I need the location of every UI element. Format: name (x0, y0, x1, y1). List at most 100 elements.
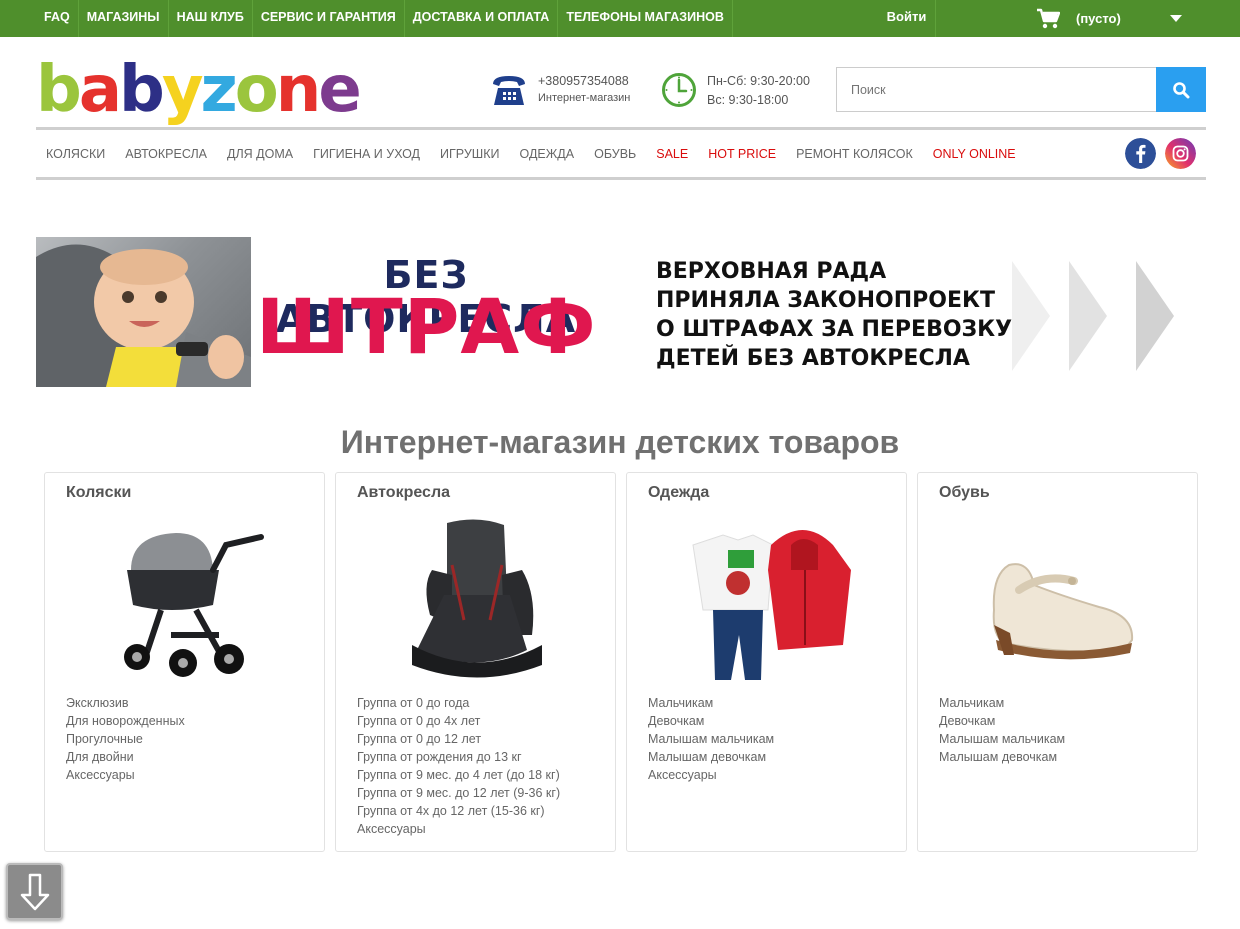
phone-block: +380957354088 Интернет-магазин (490, 72, 630, 108)
logo-text: babyzone (36, 58, 362, 122)
logo-letter: e (318, 53, 361, 127)
category-title[interactable]: Обувь (939, 484, 990, 502)
nav-divider-top (36, 127, 1206, 130)
logo-letter: o (234, 53, 279, 127)
banner-description: ВЕРХОВНАЯ РАДА ПРИНЯЛА ЗАКОНОПРОЕКТ О ШТ… (656, 259, 1013, 371)
category-link[interactable]: Малышам девочкам (939, 748, 1065, 766)
cart-icon (1037, 8, 1060, 28)
nav-divider-bottom (36, 177, 1206, 180)
logo-letter: y (161, 53, 204, 127)
category-links: Мальчикам Девочкам Малышам мальчикам Мал… (939, 694, 1065, 766)
arrow-down-icon (20, 873, 49, 910)
login-link[interactable]: Войти (878, 0, 936, 37)
banner-arrow-3 (1136, 261, 1174, 371)
category-link[interactable]: Эксклюзив (66, 694, 185, 712)
phone-label: Интернет-магазин (538, 92, 631, 104)
category-link[interactable]: Прогулочные (66, 730, 185, 748)
nav-hot-price[interactable]: HOT PRICE (708, 147, 776, 161)
logo-letter: b (36, 53, 82, 127)
logo-letter: z (200, 53, 238, 127)
hours-weekday: Пн-Сб: 9:30-20:00 (707, 74, 810, 88)
category-links: Группа от 0 до года Группа от 0 до 4х ле… (357, 694, 560, 838)
top-link-service[interactable]: СЕРВИС И ГАРАНТИЯ (253, 0, 405, 37)
category-link[interactable]: Аксессуары (648, 766, 774, 784)
cart-button[interactable]: (пусто) (1036, 0, 1121, 37)
site-logo[interactable]: babyzone (36, 52, 362, 122)
top-bar: FAQ МАГАЗИНЫ НАШ КЛУБ СЕРВИС И ГАРАНТИЯ … (0, 0, 1240, 37)
category-link[interactable]: Мальчикам (939, 694, 1065, 712)
logo-letter: b (119, 53, 165, 127)
category-link[interactable]: Группа от 0 до 4х лет (357, 712, 560, 730)
category-link[interactable]: Малышам девочкам (648, 748, 774, 766)
nav-car-seats[interactable]: АВТОКРЕСЛА (125, 147, 207, 161)
category-link[interactable]: Группа от 0 до года (357, 694, 560, 712)
category-card-strollers: Коляски Эксклюзив Для новорожденных Прог… (44, 472, 325, 852)
category-link[interactable]: Девочкам (939, 712, 1065, 730)
category-link[interactable]: Для новорожденных (66, 712, 185, 730)
hours-block: Пн-Сб: 9:30-20:00 Вс: 9:30-18:00 (661, 72, 810, 110)
category-link[interactable]: Аксессуары (357, 820, 560, 838)
category-link[interactable]: Для двойни (66, 748, 185, 766)
banner-arrow-1 (1012, 261, 1050, 371)
logo-letter: n (275, 53, 322, 127)
nav-home[interactable]: ДЛЯ ДОМА (227, 147, 293, 161)
nav-strollers[interactable]: КОЛЯСКИ (46, 147, 105, 161)
nav-hygiene[interactable]: ГИГИЕНА И УХОД (313, 147, 420, 161)
clothes-image[interactable] (683, 515, 853, 685)
facebook-icon[interactable] (1125, 138, 1156, 169)
phone-number[interactable]: +380957354088 (538, 72, 630, 90)
top-link-phones[interactable]: ТЕЛЕФОНЫ МАГАЗИНОВ (558, 0, 733, 37)
category-title[interactable]: Автокресла (357, 484, 450, 502)
category-link[interactable]: Малышам мальчикам (648, 730, 774, 748)
top-nav: FAQ МАГАЗИНЫ НАШ КЛУБ СЕРВИС И ГАРАНТИЯ … (36, 0, 733, 37)
hours-sunday: Вс: 9:30-18:00 (707, 93, 789, 107)
search-button[interactable] (1156, 67, 1206, 112)
banner-arrow-2 (1069, 261, 1107, 371)
search-input[interactable] (836, 67, 1157, 112)
nav-sale[interactable]: SALE (656, 147, 688, 161)
promo-banner[interactable]: БЕЗ АВТОКРЕСЛА ШТРАФ ВЕРХОВНАЯ РАДА ПРИН… (36, 237, 1206, 387)
category-title[interactable]: Коляски (66, 484, 131, 502)
category-link[interactable]: Группа от 9 мес. до 4 лет (до 18 кг) (357, 766, 560, 784)
clock-icon (662, 73, 696, 107)
category-link[interactable]: Группа от 0 до 12 лет (357, 730, 560, 748)
nav-only-online[interactable]: ONLY ONLINE (933, 147, 1016, 161)
cart-status: (пусто) (1076, 11, 1121, 26)
category-link[interactable]: Аксессуары (66, 766, 185, 784)
top-link-stores[interactable]: МАГАЗИНЫ (79, 0, 169, 37)
category-link[interactable]: Мальчикам (648, 694, 774, 712)
top-link-club[interactable]: НАШ КЛУБ (169, 0, 253, 37)
phone-icon (493, 76, 525, 105)
category-link[interactable]: Группа от 9 мес. до 12 лет (9-36 кг) (357, 784, 560, 802)
category-link[interactable]: Группа от рождения до 13 кг (357, 748, 560, 766)
category-link[interactable]: Девочкам (648, 712, 774, 730)
baby-car-seat-image (36, 244, 251, 387)
nav-clothes[interactable]: ОДЕЖДА (520, 147, 575, 161)
category-card-car-seats: Автокресла Группа от 0 до года Группа от… (335, 472, 616, 852)
stroller-image[interactable] (101, 515, 271, 685)
logo-letter: a (78, 53, 122, 127)
car-seat-image[interactable] (392, 515, 562, 685)
category-title[interactable]: Одежда (648, 484, 709, 502)
search-icon (1173, 81, 1190, 98)
page-title: Интернет-магазин детских товаров (340, 424, 900, 460)
search-form (836, 67, 1206, 112)
scroll-down-button[interactable] (6, 863, 63, 920)
nav-stroller-repair[interactable]: РЕМОНТ КОЛЯСОК (796, 147, 913, 161)
category-links: Эксклюзив Для новорожденных Прогулочные … (66, 694, 185, 784)
cart-dropdown-icon[interactable] (1170, 15, 1182, 22)
category-card-shoes: Обувь Мальчикам Девочкам Малышам мальчик… (917, 472, 1198, 852)
banner-title-line2: ШТРАФ (256, 282, 597, 371)
top-link-delivery[interactable]: ДОСТАВКА И ОПЛАТА (405, 0, 559, 37)
top-link-faq[interactable]: FAQ (36, 0, 79, 37)
category-link[interactable]: Малышам мальчикам (939, 730, 1065, 748)
nav-shoes[interactable]: ОБУВЬ (594, 147, 636, 161)
instagram-icon[interactable] (1165, 138, 1196, 169)
banner-baby-image (36, 237, 251, 387)
category-card-clothes: Одежда Мальчикам Девочкам Малышам мальчи… (626, 472, 907, 852)
shoe-image[interactable] (974, 515, 1144, 685)
category-links: Мальчикам Девочкам Малышам мальчикам Мал… (648, 694, 774, 784)
main-nav: КОЛЯСКИ АВТОКРЕСЛА ДЛЯ ДОМА ГИГИЕНА И УХ… (36, 131, 1026, 177)
category-link[interactable]: Группа от 4х до 12 лет (15-36 кг) (357, 802, 560, 820)
nav-toys[interactable]: ИГРУШКИ (440, 147, 499, 161)
